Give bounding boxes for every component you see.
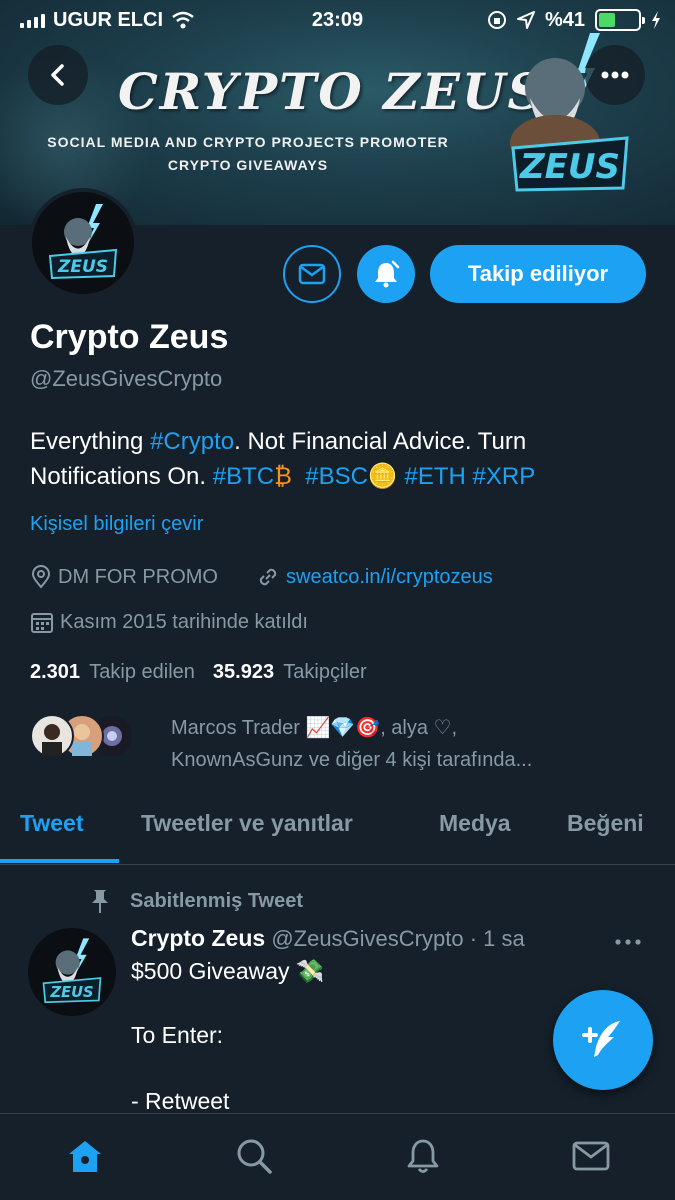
banner-subtitle-1: SOCIAL MEDIA AND CRYPTO PROJECTS PROMOTE… [47,134,449,150]
tweet-author-name[interactable]: Crypto Zeus [131,925,265,951]
more-icon [615,939,641,945]
mutual-followers-avatars[interactable] [30,714,134,758]
tweet-author-avatar[interactable]: ZEUS [28,928,116,1016]
mail-icon [298,263,326,285]
banner-subtitle-2: CRYPTO GIVEAWAYS [167,157,329,173]
hashtag-btc[interactable]: #BTC [213,463,274,490]
followers-stat[interactable]: 35.923 Takipçiler [213,661,367,683]
location-arrow-icon [516,11,535,29]
nav-search[interactable] [232,1134,276,1178]
compose-icon [582,1021,620,1057]
hashtag-xrp[interactable]: #XRP [473,463,536,490]
profile-bio: Everything #Crypto. Not Financial Advice… [30,424,650,494]
orientation-lock-icon [487,11,506,29]
avatar-logo-text: ZEUS [57,257,108,277]
banner-title: CRYPTO ZEUS [118,62,546,121]
tweet-text-line: $500 Giveaway 💸 [131,958,325,984]
translate-bio-link[interactable]: Kişisel bilgileri çevir [30,513,203,536]
back-arrow-icon [51,64,64,86]
following-count: 2.301 [30,661,81,683]
profile-avatar[interactable]: ZEUS [28,188,138,298]
home-icon [69,1141,101,1172]
tweet-text-line: To Enter: [131,1022,224,1048]
website-link[interactable]: sweatco.in/i/cryptozeus [286,566,493,589]
carrier-name: UGUR ELCI [53,8,163,31]
bitcoin-emoji: ₿ [274,463,292,490]
following-stat[interactable]: 2.301 Takip edilen [30,661,195,683]
pinned-label-text: Sabitlenmiş Tweet [130,889,304,912]
more-icon [601,71,629,79]
signal-icon [20,12,45,28]
tweet-more-button[interactable] [615,924,641,952]
active-tab-indicator [0,859,119,863]
link-icon [259,568,277,586]
location-text: DM FOR PROMO [58,565,218,588]
hashtag-bsc[interactable]: #BSC [305,463,368,490]
mutual-followers-text[interactable]: Marcos Trader 📈💎🎯, alya ♡, KnownAsGunz v… [171,712,641,776]
mutual-followers-line: Marcos Trader 📈💎🎯, alya ♡, [171,717,458,739]
location-icon [31,565,51,589]
banner-logo-text: ZEUS [519,147,620,187]
profile-handle: @ZeusGivesCrypto [30,366,223,391]
profile-tabs: Tweet Tweetler ve yanıtlar Medya Beğeni [0,800,675,865]
more-options-button[interactable] [585,45,645,105]
following-label: Takip edilen [89,661,195,683]
notifications-toggle-button[interactable] [357,245,415,303]
zeus-avatar-image: ZEUS [32,192,134,294]
tweet-text-line: - Retweet [131,1088,230,1114]
tweet-header: Crypto Zeus @ZeusGivesCrypto · 1 sa [131,925,525,952]
wifi-icon [172,11,194,29]
search-icon [237,1139,272,1174]
bottom-navigation [0,1113,675,1200]
avatar-logo-text: ZEUS [49,984,93,1001]
battery-percent: %41 [544,8,585,31]
notifications-icon [407,1139,439,1173]
hashtag-crypto[interactable]: #Crypto [150,428,234,455]
bsc-emoji: 🪙 [367,463,398,490]
charging-icon [652,11,660,29]
messages-icon [572,1141,610,1171]
status-bar: UGUR ELCI 23:09 %41 [0,0,675,40]
followers-label: Takipçiler [283,661,367,683]
battery-icon [595,9,645,31]
back-button[interactable] [28,45,88,105]
avatar [30,714,74,758]
message-button[interactable] [283,245,341,303]
profile-location: DM FOR PROMO [30,565,218,589]
following-button[interactable]: Takip ediliyor [430,245,646,303]
followers-count: 35.923 [212,661,275,683]
calendar-icon [31,613,53,633]
profile-name: Crypto Zeus [30,318,229,356]
tab-tweets[interactable]: Tweet [20,810,83,837]
profile-website[interactable]: sweatco.in/i/cryptozeus [256,565,493,589]
tab-tweets-and-replies[interactable]: Tweetler ve yanıtlar [141,810,353,837]
bell-icon [375,260,400,288]
clock: 23:09 [311,8,364,31]
zeus-avatar-image: ZEUS [28,928,116,1016]
nav-notifications[interactable] [401,1134,445,1178]
hashtag-eth[interactable]: #ETH [404,463,465,490]
nav-home[interactable] [63,1134,107,1178]
tab-media[interactable]: Medya [439,810,511,837]
tab-likes[interactable]: Beğeni [567,810,644,837]
follow-stats: 2.301 Takip edilen 35.923 Takipçiler [30,661,367,684]
profile-joined-date: Kasım 2015 tarihinde katıldı [30,610,308,634]
tweet-handle-time: @ZeusGivesCrypto · 1 sa [271,926,525,951]
pinned-tweet-label: Sabitlenmiş Tweet [88,888,303,914]
mutual-followers-line: KnownAsGunz ve diğer 4 kişi tarafında... [171,749,533,771]
compose-tweet-button[interactable] [553,990,653,1090]
bio-text: Everything [30,428,151,455]
nav-messages[interactable] [569,1134,613,1178]
joined-text: Kasım 2015 tarihinde katıldı [60,610,308,633]
pin-icon [92,890,108,913]
